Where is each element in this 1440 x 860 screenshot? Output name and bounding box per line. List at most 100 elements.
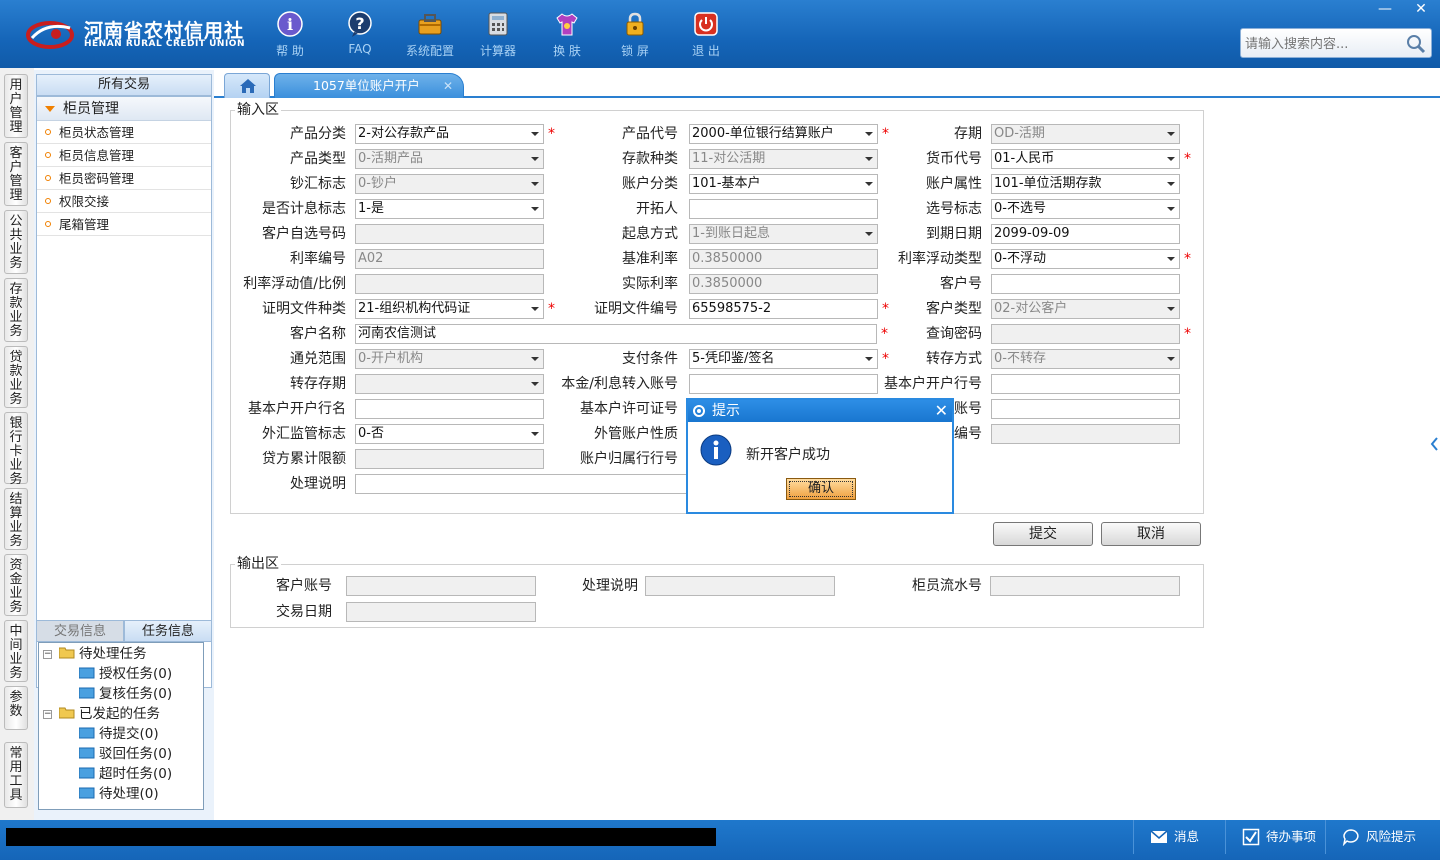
dialog-close-icon[interactable]: ✕ — [935, 400, 948, 422]
select-field[interactable]: 2000-单位银行结算账户 — [689, 124, 878, 144]
text-field[interactable] — [355, 399, 544, 419]
dropdown-arrow-icon[interactable] — [525, 300, 543, 318]
tree-node-rejected-tasks[interactable]: 驳回任务(0) — [79, 744, 172, 764]
text-field[interactable] — [689, 199, 878, 219]
search-icon[interactable] — [1405, 33, 1427, 55]
select-field: 0-开户机构 — [355, 349, 544, 369]
cancel-button[interactable]: 取消 — [1101, 522, 1201, 546]
text-field[interactable]: 2099-09-09 — [991, 224, 1180, 244]
todo-button[interactable]: 待办事项 — [1225, 820, 1325, 854]
select-field[interactable]: 21-组织机构代码证 — [355, 299, 544, 319]
tab-transaction-info[interactable]: 交易信息 — [36, 620, 124, 642]
vtab-intermediate-business[interactable]: 中间业务 — [4, 620, 28, 682]
close-window-button[interactable]: ✕ — [1406, 0, 1436, 18]
select-field[interactable]: 01-人民币 — [991, 149, 1180, 169]
field-value: 1-是 — [358, 201, 384, 216]
vtab-customer-management[interactable]: 客户管理 — [4, 142, 28, 206]
select-field[interactable]: 2-对公存款产品 — [355, 124, 544, 144]
select-field[interactable]: 0-不选号 — [991, 199, 1180, 219]
select-field: 0-活期产品 — [355, 149, 544, 169]
collapse-right-icon[interactable] — [1428, 420, 1440, 470]
vtab-settlement-business[interactable]: 结算业务 — [4, 488, 28, 550]
faq-button[interactable]: ? FAQ — [329, 8, 391, 62]
select-field[interactable]: 101-基本户 — [689, 174, 878, 194]
dropdown-arrow-icon[interactable] — [1161, 150, 1179, 168]
text-field[interactable] — [689, 374, 878, 394]
messages-button[interactable]: 消息 — [1133, 820, 1225, 854]
text-field[interactable]: 65598575-2 — [689, 299, 878, 319]
select-field[interactable]: 101-单位活期存款 — [991, 174, 1180, 194]
field-label: 客户名称 — [290, 326, 346, 342]
tree-node-initiated-tasks[interactable]: 已发起的任务 — [59, 704, 160, 724]
all-transactions-header[interactable]: 所有交易 — [36, 74, 212, 96]
tree-node-to-process[interactable]: 待处理(0) — [79, 784, 159, 804]
field-label: 货币代号 — [926, 151, 982, 167]
messages-label: 消息 — [1174, 829, 1200, 844]
search-input[interactable] — [1245, 34, 1405, 54]
dropdown-arrow-icon[interactable] — [859, 125, 877, 143]
field-value: 0.3850000 — [692, 251, 763, 266]
tree-node-authorization-tasks[interactable]: 授权任务(0) — [79, 664, 172, 684]
field-value: 5-凭印鉴/签名 — [692, 351, 775, 366]
dropdown-arrow-icon[interactable] — [1161, 200, 1179, 218]
select-field: 0-钞户 — [355, 174, 544, 194]
text-field[interactable]: 河南农信测试 — [355, 324, 877, 344]
collapse-toggle[interactable]: − — [43, 710, 52, 719]
vtab-parameters[interactable]: 参数 — [4, 686, 28, 730]
dropdown-arrow-icon[interactable] — [525, 200, 543, 218]
dropdown-arrow-icon[interactable] — [1161, 175, 1179, 193]
vtab-user-management[interactable]: 用户管理 — [4, 74, 28, 138]
vtab-fund-business[interactable]: 资金业务 — [4, 554, 28, 616]
help-button[interactable]: i 帮 助 — [259, 8, 321, 62]
tree-node-pending-tasks[interactable]: 待处理任务 — [59, 644, 147, 664]
risk-alert-button[interactable]: 风险提示 — [1325, 820, 1440, 854]
submit-button[interactable]: 提交 — [993, 522, 1093, 546]
calculator-button[interactable]: 计算器 — [467, 8, 529, 62]
vtab-loan-business[interactable]: 贷款业务 — [4, 346, 28, 408]
field-label: 到期日期 — [926, 226, 982, 242]
dialog-ok-button[interactable]: 确认 — [786, 478, 856, 500]
select-field: 1-到账日起息 — [689, 224, 878, 244]
dropdown-arrow-icon[interactable] — [1161, 250, 1179, 268]
menu-group-teller-management[interactable]: 柜员管理 — [37, 97, 211, 121]
field-value: 2-对公存款产品 — [358, 126, 449, 141]
exit-button[interactable]: 退 出 — [675, 8, 737, 62]
dropdown-arrow-icon[interactable] — [859, 175, 877, 193]
vtab-deposit-business[interactable]: 存款业务 — [4, 278, 28, 342]
menu-item-teller-status[interactable]: 柜员状态管理 — [37, 121, 211, 144]
text-field[interactable] — [991, 274, 1180, 294]
field-label: 基本户开户行名 — [248, 401, 346, 417]
menu-item-teller-info[interactable]: 柜员信息管理 — [37, 144, 211, 167]
field-value: 河南农信测试 — [358, 326, 437, 341]
close-tab-icon[interactable]: ✕ — [443, 74, 453, 98]
text-field[interactable] — [991, 374, 1180, 394]
lock-screen-button[interactable]: 锁 屏 — [604, 8, 666, 62]
menu-item-permission-handover[interactable]: 权限交接 — [37, 190, 211, 213]
tree-node-timeout-tasks[interactable]: 超时任务(0) — [79, 764, 172, 784]
dropdown-arrow-icon[interactable] — [859, 350, 877, 368]
vtab-bank-card-business[interactable]: 银行卡业务 — [4, 412, 28, 487]
select-field[interactable]: 0-不浮动 — [991, 249, 1180, 269]
select-field[interactable]: 0-否 — [355, 424, 544, 444]
field-label: 基准利率 — [622, 251, 678, 267]
select-field[interactable]: 5-凭印鉴/签名 — [689, 349, 878, 369]
tree-node-review-tasks[interactable]: 复核任务(0) — [79, 684, 172, 704]
home-tab[interactable] — [224, 73, 270, 98]
tree-node-to-submit[interactable]: 待提交(0) — [79, 724, 159, 744]
collapse-toggle[interactable]: − — [43, 650, 52, 659]
vtab-public-business[interactable]: 公共业务 — [4, 210, 28, 274]
vtab-common-tools[interactable]: 常用工具 — [4, 742, 28, 808]
skin-button[interactable]: 换 肤 — [536, 8, 598, 62]
menu-item-label: 柜员状态管理 — [59, 125, 135, 140]
system-config-button[interactable]: 系统配置 — [399, 8, 461, 62]
select-field[interactable]: 1-是 — [355, 199, 544, 219]
tab-unit-account-opening[interactable]: 1057单位账户开户 ✕ — [274, 73, 464, 98]
dropdown-arrow-icon[interactable] — [525, 125, 543, 143]
menu-item-teller-password[interactable]: 柜员密码管理 — [37, 167, 211, 190]
process-note-output — [645, 576, 835, 596]
menu-item-cash-box[interactable]: 尾箱管理 — [37, 213, 211, 236]
text-field[interactable] — [991, 399, 1180, 419]
dropdown-arrow-icon[interactable] — [525, 425, 543, 443]
minimize-button[interactable]: — — [1370, 0, 1400, 18]
tab-task-info[interactable]: 任务信息 — [124, 620, 212, 642]
